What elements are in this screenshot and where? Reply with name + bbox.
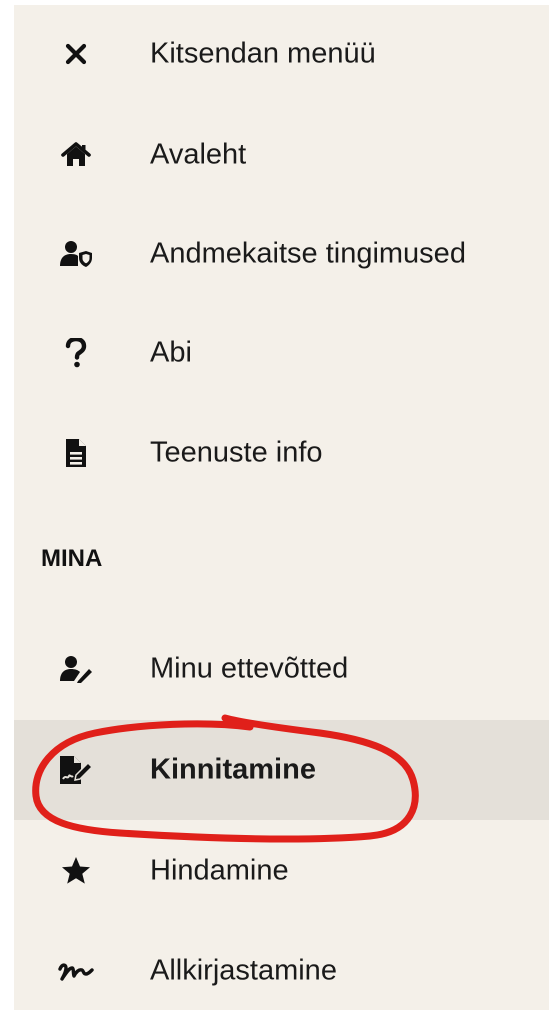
my-companies-menu-item[interactable]: Minu ettevõtted	[14, 637, 549, 701]
star-icon	[58, 853, 94, 889]
home-menu-item[interactable]: Avaleht	[14, 123, 549, 187]
signature-document-icon	[58, 752, 94, 788]
privacy-terms-menu-item[interactable]: Andmekaitse tingimused	[14, 222, 549, 286]
services-info-menu-item[interactable]: Teenuste info	[14, 421, 549, 485]
menu-item-label: Avaleht	[150, 138, 247, 171]
menu-item-label: Teenuste info	[150, 436, 323, 469]
menu-item-label: Abi	[150, 336, 192, 369]
home-icon	[58, 137, 94, 173]
document-icon	[58, 435, 94, 471]
signing-menu-item[interactable]: Allkirjastamine	[14, 939, 549, 1003]
menu-item-label: Allkirjastamine	[150, 954, 337, 987]
menu-item-label: Andmekaitse tingimused	[150, 237, 466, 270]
menu-item-label: Hindamine	[150, 854, 289, 887]
question-icon	[58, 335, 94, 371]
rating-menu-item[interactable]: Hindamine	[14, 839, 549, 903]
menu-item-label: Kinnitamine	[150, 753, 316, 786]
user-edit-icon	[58, 651, 94, 687]
side-menu: Kitsendan menüü Avaleht Andmekaitse ting…	[14, 5, 549, 1010]
menu-item-label: Kitsendan menüü	[150, 37, 376, 70]
menu-item-label: Minu ettevõtted	[150, 652, 349, 685]
signature-icon	[58, 953, 94, 989]
confirmation-menu-item[interactable]: Kinnitamine	[14, 720, 549, 820]
section-heading: MINA	[41, 545, 103, 572]
collapse-menu-item[interactable]: Kitsendan menüü	[14, 22, 549, 86]
close-icon	[58, 36, 94, 72]
user-shield-icon	[58, 236, 94, 272]
help-menu-item[interactable]: Abi	[14, 321, 549, 385]
